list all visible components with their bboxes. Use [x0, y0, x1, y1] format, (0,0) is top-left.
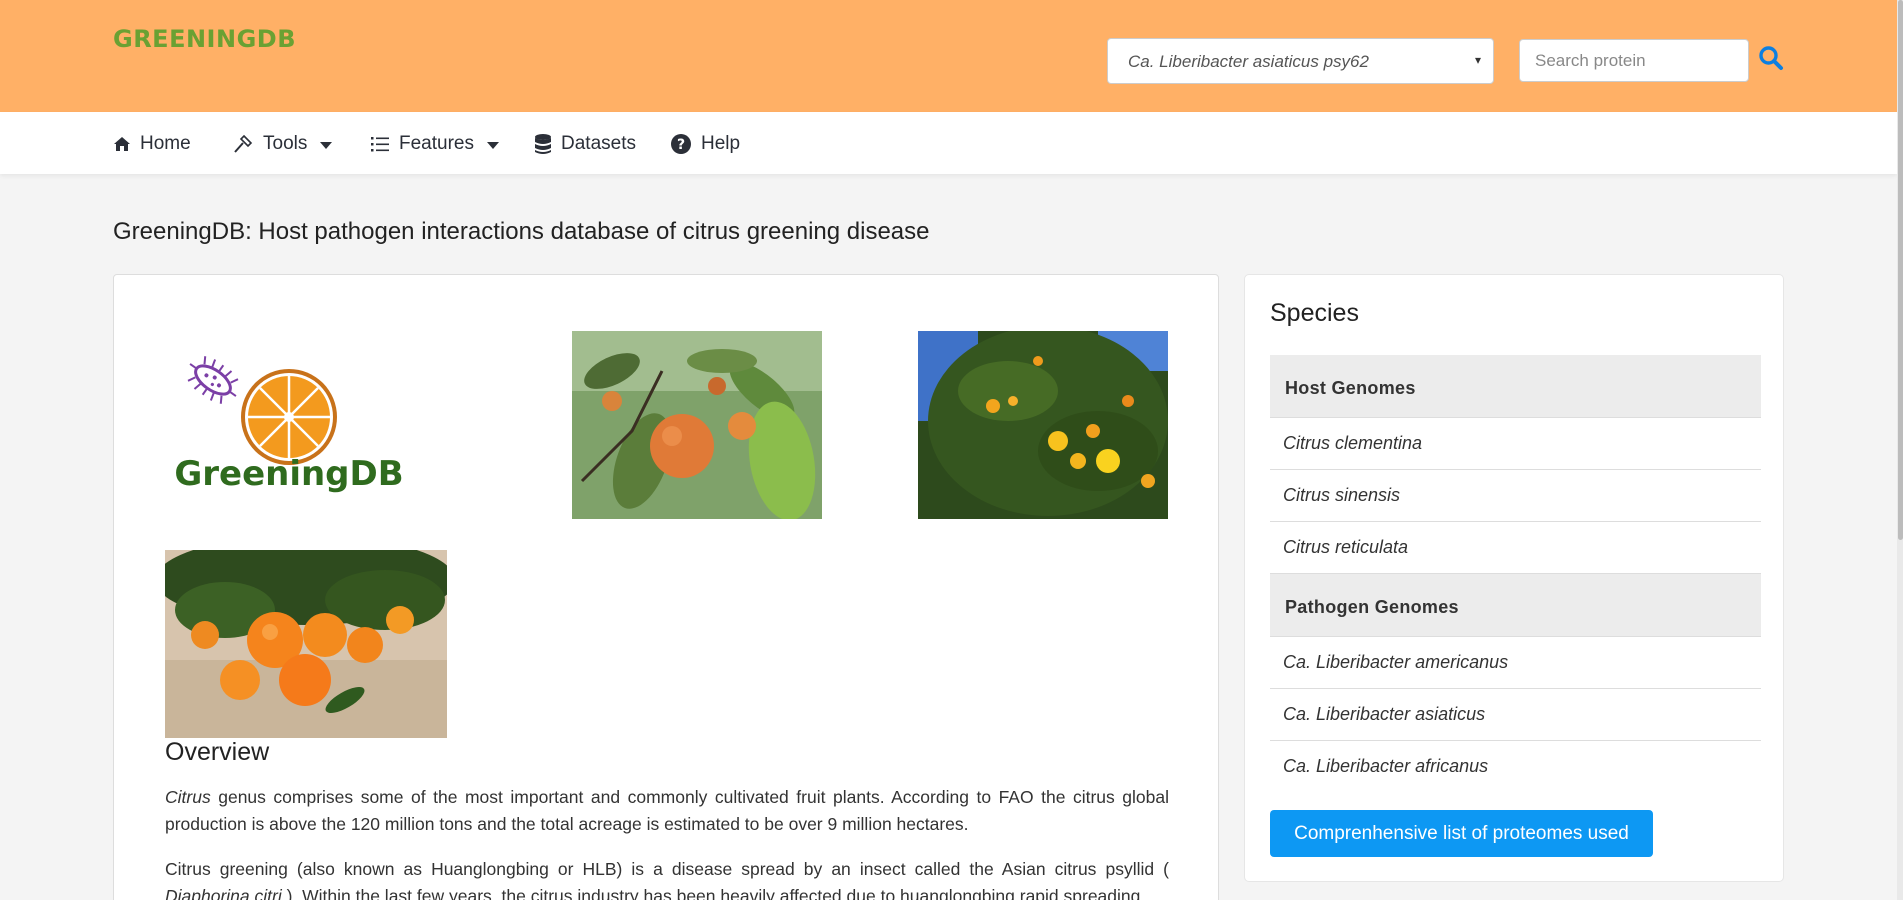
nav-help-label: Help [701, 133, 741, 154]
species-title: Species [1270, 299, 1359, 327]
nav-tools-label: Tools [263, 133, 308, 154]
logo-wordmark: GreeningDB [174, 454, 403, 494]
species-select[interactable]: Ca. Liberibacter asiaticus psy62 ▾ [1107, 38, 1494, 84]
overview-paragraph-1: Citrus genus comprises some of the most … [165, 784, 1169, 838]
citrus-photo-tree [918, 331, 1168, 519]
insect-name: Diaphorina citri [165, 886, 282, 900]
svg-text:?: ? [677, 137, 685, 153]
list-item-liberibacter-americanus[interactable]: Ca. Liberibacter americanus [1270, 637, 1761, 689]
nav-features[interactable]: Features [370, 131, 499, 157]
database-icon [534, 133, 552, 155]
caret-down-icon [320, 142, 333, 149]
page-scrollbar-thumb[interactable] [1898, 0, 1903, 540]
overview-paragraph-2: Citrus greening (also known as Huanglong… [165, 856, 1169, 900]
nav-features-label: Features [399, 133, 474, 154]
question-circle-icon: ? [670, 133, 692, 155]
genus-name: Citrus [165, 787, 211, 807]
species-select-value: Ca. Liberibacter asiaticus psy62 [1128, 52, 1369, 71]
nav-home-label: Home [140, 133, 191, 154]
nav-datasets-label: Datasets [561, 133, 636, 154]
nav-home[interactable]: Home [113, 131, 191, 157]
nav-datasets[interactable]: Datasets [534, 131, 636, 157]
paragraph-2-rest: ). Within the last few years, the citrus… [281, 886, 1141, 900]
species-list: Host Genomes Citrus clementina Citrus si… [1270, 355, 1761, 793]
search-protein-input[interactable] [1519, 39, 1749, 82]
home-icon [113, 135, 131, 153]
caret-down-icon [486, 142, 499, 149]
greeningdb-logo: GreeningDB [165, 335, 405, 495]
host-genomes-header: Host Genomes [1270, 355, 1761, 418]
list-item-liberibacter-asiaticus[interactable]: Ca. Liberibacter asiaticus [1270, 689, 1761, 741]
bacterium-icon [187, 356, 239, 404]
list-item-citrus-sinensis[interactable]: Citrus sinensis [1270, 470, 1761, 522]
pathogen-genomes-header: Pathogen Genomes [1270, 574, 1761, 637]
search-icon[interactable] [1758, 45, 1786, 73]
header-bar: GREENINGDB Ca. Liberibacter asiaticus ps… [0, 0, 1897, 112]
list-item-citrus-reticulata[interactable]: Citrus reticulata [1270, 522, 1761, 574]
citrus-photo-closeup [572, 331, 822, 519]
paragraph-1-text: genus comprises some of the most importa… [165, 787, 1169, 834]
brand-logo-text[interactable]: GREENINGDB [113, 25, 296, 53]
species-sidebar: Species Host Genomes Citrus clementina C… [1244, 274, 1784, 882]
main-navbar: Home Tools Features Datasets ? Help [0, 112, 1897, 174]
main-content-card: GreeningDB Overview Citrus genus compris… [113, 274, 1219, 900]
overview-heading: Overview [165, 738, 270, 766]
caret-down-icon: ▾ [1474, 53, 1481, 67]
citrus-photo-fruit [165, 550, 447, 738]
nav-tools[interactable]: Tools [232, 131, 333, 157]
page-title: GreeningDB: Host pathogen interactions d… [113, 218, 930, 245]
hammer-icon [232, 133, 254, 155]
list-item-liberibacter-africanus[interactable]: Ca. Liberibacter africanus [1270, 741, 1761, 793]
paragraph-2-text: Citrus greening (also known as Huanglong… [165, 859, 1169, 879]
proteomes-list-button[interactable]: Comprenhensive list of proteomes used [1270, 810, 1653, 857]
list-icon [370, 135, 390, 153]
list-item-citrus-clementina[interactable]: Citrus clementina [1270, 418, 1761, 470]
nav-help[interactable]: ? Help [670, 131, 740, 157]
